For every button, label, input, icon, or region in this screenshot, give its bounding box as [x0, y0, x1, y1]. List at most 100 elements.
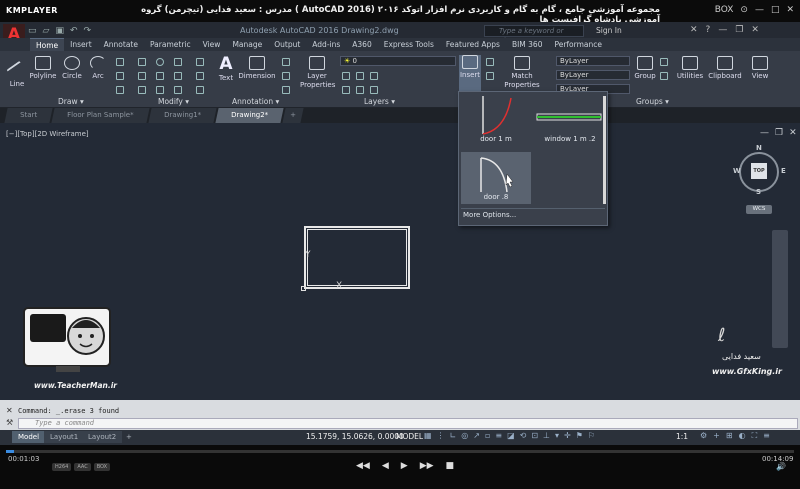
- line-tool[interactable]: Line: [6, 56, 28, 88]
- selection-filter-icon[interactable]: ▾: [555, 431, 559, 440]
- layer-mini-icon[interactable]: [342, 86, 350, 94]
- model-space-toggle[interactable]: MODEL: [396, 432, 423, 441]
- insert-button[interactable]: Insert: [459, 55, 481, 91]
- isodraft-icon[interactable]: ↗: [473, 431, 480, 440]
- draw-mini-icon[interactable]: [116, 86, 124, 94]
- tab-add-ins[interactable]: Add-ins: [306, 38, 346, 51]
- box-button[interactable]: BOX: [715, 5, 734, 15]
- fullscreen-icon[interactable]: ⛶: [752, 431, 758, 441]
- drawn-rectangle[interactable]: [304, 226, 410, 289]
- tab-a360[interactable]: A360: [346, 38, 377, 51]
- speaker-icon[interactable]: 🔊: [776, 462, 786, 471]
- doc-tab-floor-plan[interactable]: Floor Plan Sample*: [51, 108, 150, 123]
- polyline-tool[interactable]: Polyline: [28, 56, 58, 80]
- grid-icon[interactable]: ▦: [424, 431, 432, 440]
- groups-panel-label[interactable]: Groups ▾: [636, 97, 669, 106]
- lineweight-icon[interactable]: ≡: [495, 431, 502, 440]
- cursor-coordinates[interactable]: 15.1759, 15.0626, 0.0000: [306, 432, 404, 441]
- doc-tab-drawing2[interactable]: Drawing2*: [215, 108, 284, 123]
- offset-icon[interactable]: [196, 86, 204, 94]
- open-icon[interactable]: ▱: [43, 26, 50, 36]
- annotation-scale[interactable]: 1:1: [676, 432, 688, 441]
- hardware-accel-icon[interactable]: ⊞: [726, 431, 733, 441]
- layer-mini-icon[interactable]: [370, 72, 378, 80]
- customize-icon[interactable]: ≡: [763, 431, 770, 441]
- layer-mini-icon[interactable]: [356, 86, 364, 94]
- osnap-icon[interactable]: ▫: [485, 431, 490, 440]
- minimize-icon[interactable]: —: [760, 128, 769, 138]
- layout-tab-model[interactable]: Model: [12, 431, 46, 443]
- save-icon[interactable]: ▣: [55, 26, 64, 36]
- lineweight-dropdown[interactable]: ByLayer: [556, 70, 630, 80]
- draw-panel-label[interactable]: Draw ▾: [58, 97, 84, 106]
- doc-tab-start[interactable]: Start: [4, 108, 53, 123]
- forward-button[interactable]: ▶▶: [420, 461, 434, 471]
- selection-cycling-icon[interactable]: ⟲: [520, 431, 527, 440]
- compass-north[interactable]: N: [756, 144, 762, 152]
- close-icon[interactable]: ✕: [789, 128, 797, 138]
- command-close-icon[interactable]: ✕: [6, 406, 13, 415]
- tab-insert[interactable]: Insert: [64, 38, 98, 51]
- group-edit-icon[interactable]: [660, 72, 668, 80]
- color-dropdown[interactable]: ByLayer: [556, 56, 630, 66]
- block-window-1m[interactable]: window 1 m .2: [535, 94, 605, 146]
- array-icon[interactable]: [174, 86, 182, 94]
- layout-tab-layout2[interactable]: Layout2: [82, 431, 123, 443]
- layer-properties-tool[interactable]: Layer Properties: [300, 56, 335, 90]
- tab-manage[interactable]: Manage: [226, 38, 268, 51]
- tab-home[interactable]: Home: [30, 38, 65, 51]
- rewind-button[interactable]: ◀◀: [356, 461, 370, 471]
- match-properties-tool[interactable]: Match Properties: [504, 56, 540, 90]
- undo-icon[interactable]: ↶: [70, 26, 78, 36]
- edit-block-icon[interactable]: [486, 72, 494, 80]
- doc-tab-drawing1[interactable]: Drawing1*: [148, 108, 217, 123]
- viewcube-top-face[interactable]: TOP: [751, 163, 767, 179]
- circle-tool[interactable]: Circle: [60, 56, 84, 80]
- utilities-tool[interactable]: Utilities: [676, 56, 704, 80]
- close-button[interactable]: ✕: [786, 5, 794, 15]
- seek-bar[interactable]: [6, 450, 794, 453]
- stretch-icon[interactable]: [138, 86, 146, 94]
- layers-panel-label[interactable]: Layers ▾: [364, 97, 395, 106]
- annotation-mini-icon[interactable]: [282, 72, 290, 80]
- layout-tab-layout1[interactable]: Layout1: [44, 431, 85, 443]
- annotation-mini-icon[interactable]: [282, 58, 290, 66]
- create-block-icon[interactable]: [486, 58, 494, 66]
- redo-icon[interactable]: ↷: [84, 26, 92, 36]
- fillet-icon[interactable]: [174, 72, 182, 80]
- minimize-icon[interactable]: —: [718, 25, 727, 35]
- navigation-bar[interactable]: [772, 230, 788, 348]
- more-options-link[interactable]: More Options...: [463, 211, 516, 219]
- layer-mini-icon[interactable]: [370, 86, 378, 94]
- minimize-button[interactable]: —: [755, 5, 764, 15]
- move-icon[interactable]: [138, 58, 146, 66]
- arc-tool[interactable]: Arc: [88, 56, 108, 80]
- new-icon[interactable]: ▭: [28, 26, 37, 36]
- maximize-button[interactable]: □: [771, 5, 780, 15]
- compass-west[interactable]: W: [733, 167, 741, 175]
- dynamic-ucs-icon[interactable]: ⊥: [543, 431, 550, 440]
- tab-view[interactable]: View: [197, 38, 227, 51]
- layer-mini-icon[interactable]: [342, 72, 350, 80]
- gear-icon[interactable]: ⚙: [700, 431, 707, 441]
- rotate-icon[interactable]: [156, 58, 164, 66]
- tab-performance[interactable]: Performance: [548, 38, 608, 51]
- clipboard-tool[interactable]: Clipboard: [708, 56, 742, 80]
- group-tool[interactable]: Group: [634, 56, 656, 80]
- help-icon[interactable]: ?: [706, 25, 711, 35]
- restore-icon[interactable]: ❐: [735, 25, 743, 35]
- explode-icon[interactable]: [196, 72, 204, 80]
- polar-icon[interactable]: ◎: [461, 431, 468, 440]
- tab-featured-apps[interactable]: Featured Apps: [440, 38, 506, 51]
- dimension-tool[interactable]: Dimension: [238, 56, 276, 80]
- draw-mini-icon[interactable]: [116, 72, 124, 80]
- layer-mini-icon[interactable]: [356, 72, 364, 80]
- isolate-icon[interactable]: ◐: [739, 431, 746, 441]
- exchange-icon[interactable]: ✕: [690, 25, 698, 35]
- command-input[interactable]: Type a command: [18, 418, 798, 429]
- tab-annotate[interactable]: Annotate: [98, 38, 144, 51]
- sign-in-button[interactable]: Sign In: [596, 26, 622, 35]
- text-tool[interactable]: A Text: [216, 54, 236, 82]
- pin-button[interactable]: ⊙: [740, 5, 748, 15]
- new-layout-button[interactable]: +: [120, 431, 138, 443]
